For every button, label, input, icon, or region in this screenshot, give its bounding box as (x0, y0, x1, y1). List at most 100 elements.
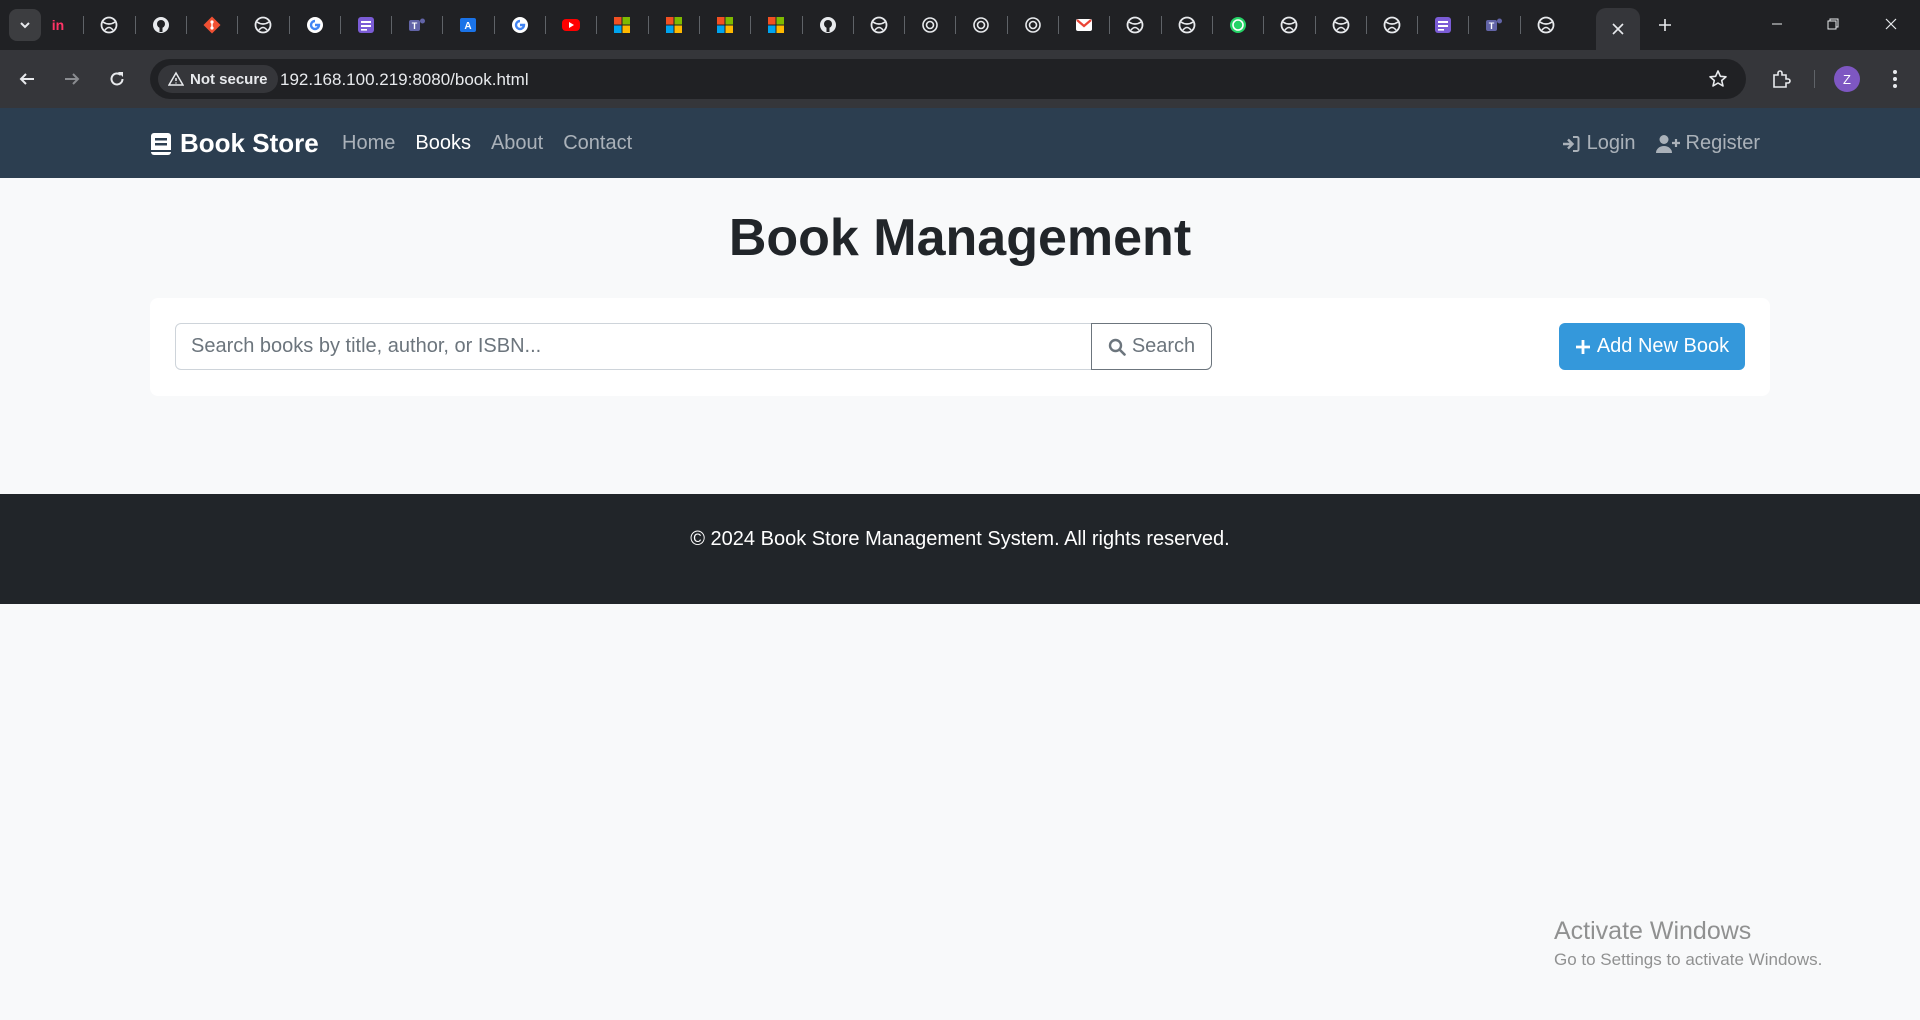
register-link[interactable]: Register (1655, 132, 1760, 155)
tab-separator (391, 16, 393, 34)
tab-separator (750, 16, 752, 34)
teams-icon[interactable]: T (1482, 13, 1506, 37)
active-tab[interactable] (1596, 8, 1640, 50)
globe-icon[interactable] (1123, 13, 1147, 37)
browser-tab-strip: in T A T (0, 0, 1920, 50)
close-window-button[interactable] (1874, 9, 1908, 39)
tab-separator (852, 16, 854, 34)
openai-icon[interactable] (918, 13, 942, 37)
github-icon[interactable] (149, 13, 173, 37)
browser-toolbar: Not secure 192.168.100.219:8080/book.htm… (0, 50, 1920, 108)
browser-menu-button[interactable] (1880, 64, 1910, 94)
translator-icon[interactable]: A (456, 13, 480, 37)
security-chip[interactable]: Not secure (158, 65, 278, 93)
globe-icon[interactable] (1175, 13, 1199, 37)
svg-text:A: A (465, 21, 472, 32)
forward-button[interactable] (57, 64, 87, 94)
globe-icon[interactable] (1380, 13, 1404, 37)
nav-link-contact[interactable]: Contact (563, 132, 632, 155)
forms-icon[interactable] (1431, 13, 1455, 37)
tab-separator (1058, 16, 1059, 34)
svg-text:in: in (52, 17, 64, 33)
google-icon[interactable] (508, 13, 532, 37)
openai-icon[interactable] (1021, 13, 1045, 37)
arrow-right-icon (65, 73, 80, 85)
tab-separator (647, 16, 649, 34)
minimize-button[interactable] (1760, 9, 1794, 39)
extensions-button[interactable] (1766, 64, 1796, 94)
new-tab-button[interactable] (1652, 12, 1678, 38)
globe-icon[interactable] (1329, 13, 1353, 37)
back-button[interactable] (12, 64, 42, 94)
tab-search-button[interactable] (9, 9, 41, 41)
search-input[interactable] (175, 323, 1093, 370)
tab-separator (1160, 16, 1162, 34)
profile-avatar[interactable]: Z (1834, 66, 1860, 92)
tab-separator (1109, 16, 1111, 34)
tab-separator (83, 16, 85, 34)
tab-separator (185, 16, 187, 34)
gmail-icon[interactable] (1072, 13, 1096, 37)
restore-button[interactable] (1816, 9, 1850, 39)
reload-icon (110, 72, 124, 86)
search-button[interactable]: Search (1091, 323, 1212, 370)
nav-link-about[interactable]: About (491, 132, 543, 155)
tab-separator (1314, 16, 1316, 34)
whatsapp-icon[interactable] (1226, 13, 1250, 37)
globe-icon[interactable] (1534, 13, 1558, 37)
nav-link-home[interactable]: Home (342, 132, 395, 155)
invision-icon[interactable]: in (46, 13, 70, 37)
tab-separator (904, 16, 906, 34)
chevron-down-icon (20, 22, 30, 29)
user-plus-icon (1655, 134, 1680, 153)
warning-icon (168, 71, 184, 86)
microsoft-icon[interactable] (662, 13, 686, 37)
register-label: Register (1685, 132, 1760, 154)
security-label: Not secure (190, 70, 268, 88)
microsoft-icon[interactable] (610, 13, 634, 37)
book-icon (151, 132, 171, 155)
nav-link-books[interactable]: Books (415, 132, 471, 155)
github-icon[interactable] (816, 13, 840, 37)
tab-separator (596, 16, 598, 34)
brand-link[interactable]: Book Store (150, 128, 319, 159)
teams-icon[interactable]: T (405, 13, 429, 37)
auth-links: Login Register (1561, 132, 1760, 155)
google-icon[interactable] (303, 13, 327, 37)
svg-text:T: T (412, 21, 418, 31)
star-icon (1709, 70, 1727, 87)
globe-icon[interactable] (251, 13, 275, 37)
windows-activation-watermark: Activate Windows Go to Settings to activ… (1554, 917, 1822, 970)
site-footer: © 2024 Book Store Management System. All… (0, 494, 1920, 604)
globe-icon[interactable] (867, 13, 891, 37)
tab-separator (339, 16, 341, 34)
youtube-icon[interactable] (559, 13, 583, 37)
forms-icon[interactable] (354, 13, 378, 37)
restore-icon (1827, 18, 1839, 30)
login-link[interactable]: Login (1561, 132, 1636, 155)
url-text[interactable]: 192.168.100.219:8080/book.html (280, 70, 529, 90)
microsoft-icon[interactable] (713, 13, 737, 37)
git-icon[interactable] (200, 13, 224, 37)
reload-button[interactable] (102, 64, 132, 94)
watermark-title: Activate Windows (1554, 917, 1752, 945)
close-icon[interactable] (1612, 23, 1624, 35)
openai-icon[interactable] (969, 13, 993, 37)
search-button-label: Search (1131, 335, 1196, 357)
tab-separator (493, 16, 495, 34)
globe-icon[interactable] (1277, 13, 1301, 37)
tab-separator (1006, 16, 1008, 34)
tab-separator (545, 16, 546, 34)
microsoft-icon[interactable] (764, 13, 788, 37)
address-bar[interactable]: Not secure 192.168.100.219:8080/book.htm… (150, 59, 1746, 99)
tab-separator (1468, 16, 1470, 34)
tab-separator (288, 16, 290, 34)
tab-separator (955, 16, 957, 34)
nav-links: Home Books About Contact (342, 132, 632, 155)
globe-icon[interactable] (97, 13, 121, 37)
tab-separator (1211, 16, 1213, 34)
site-navbar: Book Store Home Books About Contact Login R… (0, 108, 1920, 178)
add-new-book-button[interactable]: Add New Book (1559, 323, 1745, 370)
watermark-subtitle: Go to Settings to activate Windows. (1554, 950, 1823, 969)
bookmark-button[interactable] (1706, 67, 1730, 91)
